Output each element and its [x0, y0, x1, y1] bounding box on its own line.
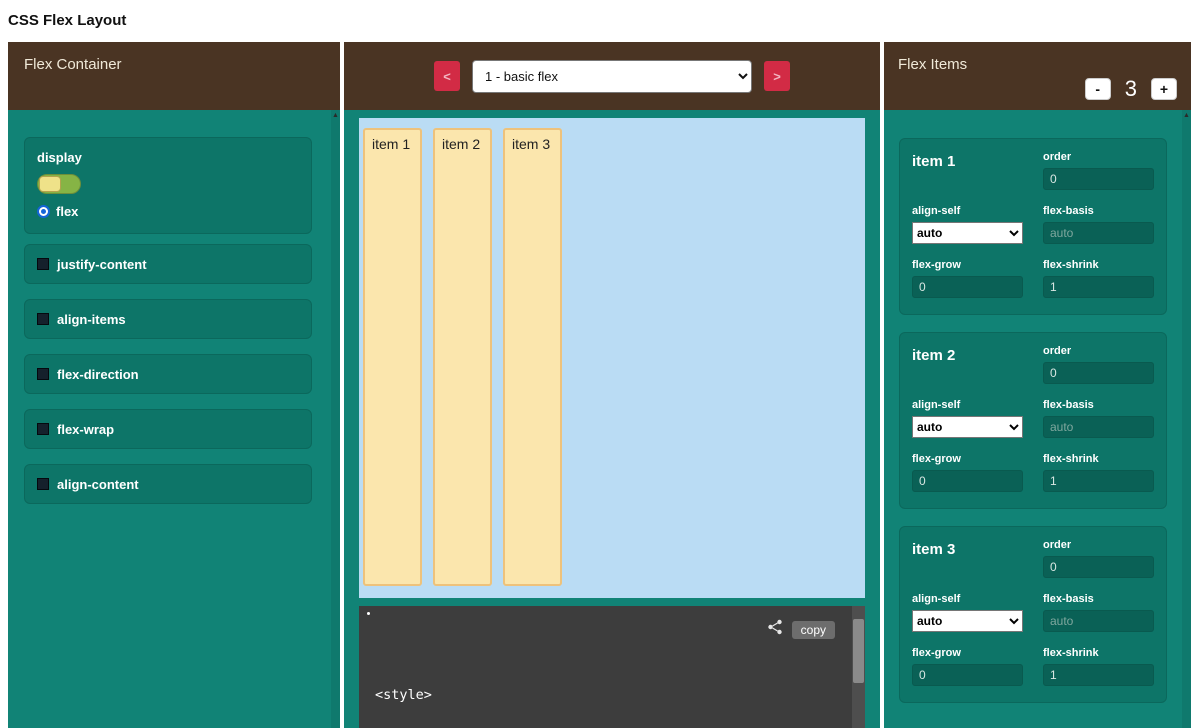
left-panel-scrollbar[interactable] [331, 110, 340, 728]
demo-select[interactable]: 1 - basic flex [472, 60, 752, 93]
code-bullet [367, 612, 370, 615]
align-self-label: align-self [912, 593, 1023, 605]
flex-grow-label: flex-grow [912, 647, 1023, 659]
item-1-order-input[interactable] [1043, 168, 1154, 190]
option-justify-content: justify-content [24, 244, 312, 284]
flex-direction-label: flex-direction [57, 367, 139, 382]
next-demo-button[interactable]: > [764, 61, 790, 91]
item-1-align-self-select[interactable]: auto [912, 222, 1023, 244]
item-2-flex-grow-input[interactable] [912, 470, 1023, 492]
option-align-content: align-content [24, 464, 312, 504]
item-2-flex-basis-input[interactable] [1043, 416, 1154, 438]
option-flex-direction: flex-direction [24, 354, 312, 394]
flex-shrink-label: flex-shrink [1043, 259, 1154, 271]
preview-panel: < 1 - basic flex > item 1 item 2 item 3 [344, 42, 880, 728]
item-3-card: item 3 order align-self auto flex-basis [899, 526, 1167, 703]
item-2-card: item 2 order align-self auto flex-basis [899, 332, 1167, 509]
flex-basis-label: flex-basis [1043, 399, 1154, 411]
flex-items-body: item 1 order align-self auto flex-basis [884, 110, 1191, 728]
remove-item-button[interactable]: - [1085, 78, 1111, 100]
order-label: order [1043, 539, 1154, 551]
preview-item-1: item 1 [363, 128, 422, 586]
add-item-button[interactable]: + [1151, 78, 1177, 100]
flex-grow-label: flex-grow [912, 453, 1023, 465]
right-panel-scrollbar[interactable] [1182, 110, 1191, 728]
item-2-align-self-select[interactable]: auto [912, 416, 1023, 438]
item-1-card: item 1 order align-self auto flex-basis [899, 138, 1167, 315]
item-1-flex-shrink-input[interactable] [1043, 276, 1154, 298]
page-title: CSS Flex Layout [8, 12, 126, 29]
preview-header: < 1 - basic flex > [344, 42, 880, 110]
item-2-order-input[interactable] [1043, 362, 1154, 384]
code-area: copy <style> .flex-container { display: … [359, 606, 865, 728]
preview-body: item 1 item 2 item 3 [344, 110, 880, 728]
title-bar: CSS Flex Layout [0, 0, 1199, 42]
item-3-title: item 3 [912, 539, 1023, 578]
flex-radio-label: flex [56, 204, 78, 219]
flex-radio[interactable] [37, 205, 50, 218]
flex-wrap-checkbox[interactable] [37, 423, 49, 435]
preview-item-3: item 3 [503, 128, 562, 586]
flex-grow-label: flex-grow [912, 259, 1023, 271]
code-scrollbar-thumb[interactable] [853, 619, 864, 683]
flex-container-title: Flex Container [8, 42, 340, 87]
code-scrollbar[interactable] [852, 606, 865, 728]
display-card: display flex [24, 137, 312, 234]
align-self-label: align-self [912, 399, 1023, 411]
main-layout: Flex Container display flex justify-cont… [0, 42, 1199, 728]
align-content-label: align-content [57, 477, 139, 492]
option-align-items: align-items [24, 299, 312, 339]
item-3-flex-basis-input[interactable] [1043, 610, 1154, 632]
align-self-label: align-self [912, 205, 1023, 217]
code-line: <style> [375, 686, 837, 705]
share-icon[interactable] [767, 619, 783, 640]
flex-direction-checkbox[interactable] [37, 368, 49, 380]
display-toggle[interactable] [37, 174, 81, 194]
flex-items-header: Flex Items - 3 + [884, 42, 1191, 110]
item-1-flex-grow-input[interactable] [912, 276, 1023, 298]
order-label: order [1043, 151, 1154, 163]
scroll-up-icon[interactable]: ▲ [1182, 111, 1191, 121]
flex-shrink-label: flex-shrink [1043, 647, 1154, 659]
justify-content-checkbox[interactable] [37, 258, 49, 270]
flex-basis-label: flex-basis [1043, 593, 1154, 605]
item-1-flex-basis-input[interactable] [1043, 222, 1154, 244]
preview-item-2: item 2 [433, 128, 492, 586]
display-label: display [37, 150, 299, 165]
flex-preview-container: item 1 item 2 item 3 [359, 118, 865, 598]
flex-shrink-label: flex-shrink [1043, 453, 1154, 465]
align-items-label: align-items [57, 312, 126, 327]
justify-content-label: justify-content [57, 257, 147, 272]
flex-container-panel: Flex Container display flex justify-cont… [8, 42, 340, 728]
item-3-order-input[interactable] [1043, 556, 1154, 578]
align-items-checkbox[interactable] [37, 313, 49, 325]
flex-container-header: Flex Container [8, 42, 340, 110]
flex-container-body: display flex justify-content align-items [8, 110, 340, 728]
item-3-flex-grow-input[interactable] [912, 664, 1023, 686]
prev-demo-button[interactable]: < [434, 61, 460, 91]
copy-button[interactable]: copy [792, 621, 835, 639]
display-toggle-knob [39, 176, 61, 192]
item-2-title: item 2 [912, 345, 1023, 384]
flex-basis-label: flex-basis [1043, 205, 1154, 217]
flex-items-panel: Flex Items - 3 + item 1 order align-self [884, 42, 1191, 728]
option-flex-wrap: flex-wrap [24, 409, 312, 449]
order-label: order [1043, 345, 1154, 357]
align-content-checkbox[interactable] [37, 478, 49, 490]
item-2-flex-shrink-input[interactable] [1043, 470, 1154, 492]
item-3-align-self-select[interactable]: auto [912, 610, 1023, 632]
item-3-flex-shrink-input[interactable] [1043, 664, 1154, 686]
code-block: <style> .flex-container { display: flex; [375, 648, 837, 728]
flex-wrap-label: flex-wrap [57, 422, 114, 437]
item-count: 3 [1125, 76, 1137, 102]
scroll-up-icon[interactable]: ▲ [331, 111, 340, 121]
flex-items-title: Flex Items [898, 56, 1177, 73]
item-1-title: item 1 [912, 151, 1023, 190]
